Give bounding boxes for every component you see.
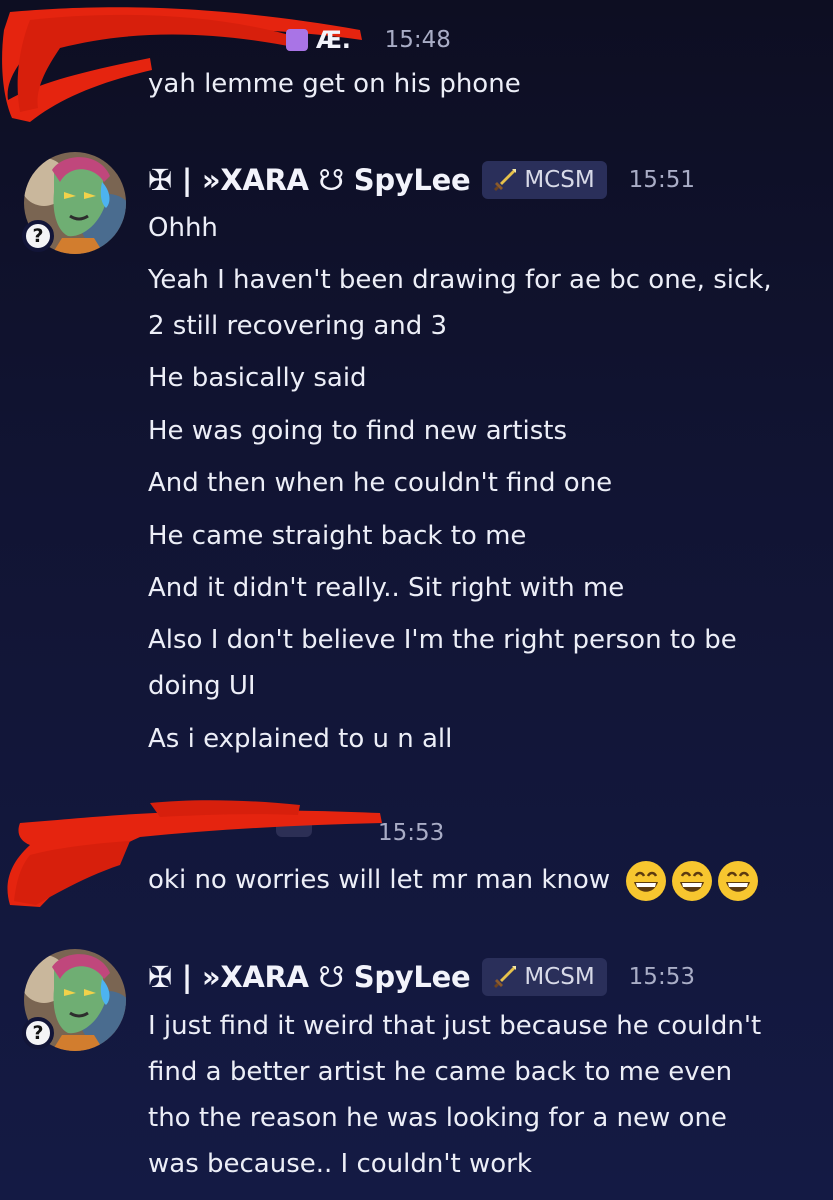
emoji-group xyxy=(622,859,760,903)
message-timestamp: 15:51 xyxy=(628,167,695,193)
message-line: yah lemme get on his phone xyxy=(148,69,521,99)
message-line: I just find it weird that just because h… xyxy=(148,1011,762,1041)
message-line: He was going to find new artists xyxy=(148,416,568,446)
message-header: Æ. 15:48 xyxy=(286,18,451,62)
message-timestamp: 15:48 xyxy=(384,27,451,53)
server-tag-label: MCSM xyxy=(524,167,595,193)
username[interactable]: ✠ | »XARA ☋ SpyLee xyxy=(148,960,471,994)
message-line: 2 still recovering and 3 xyxy=(148,311,448,341)
message-line: Also I don't believe I'm the right perso… xyxy=(148,625,737,655)
grinning-face-icon[interactable] xyxy=(624,859,668,903)
message-line: oki no worries will let mr man know xyxy=(148,857,808,903)
server-tag-icon xyxy=(286,29,308,51)
message-line: was because.. I couldn't work xyxy=(148,1149,532,1179)
message-line: tho the reason he was looking for a new … xyxy=(148,1103,727,1133)
message-line: And then when he couldn't find one xyxy=(148,468,613,498)
message-line: doing UI xyxy=(148,671,256,701)
message-line: And it didn't really.. Sit right with me xyxy=(148,573,625,603)
sword-icon xyxy=(494,169,517,191)
message-line: He came straight back to me xyxy=(148,521,527,551)
help-badge-icon: ? xyxy=(22,220,54,252)
server-tag[interactable]: MCSM xyxy=(482,161,607,199)
server-tag-label: MCSM xyxy=(524,964,595,990)
message-line: Yeah I haven't been drawing for ae bc on… xyxy=(148,265,772,295)
message-line: He basically said xyxy=(148,363,367,393)
server-tag[interactable]: MCSM xyxy=(482,958,607,996)
message-text: oki no worries will let mr man know xyxy=(148,865,611,895)
message-line: find a better artist he came back to me … xyxy=(148,1057,733,1087)
message-timestamp: 15:53 xyxy=(628,964,695,990)
grinning-face-icon[interactable] xyxy=(716,859,760,903)
message-group: Æ. 15:48 yah lemme get on his phone xyxy=(0,0,833,130)
message-timestamp: 15:53 xyxy=(378,820,445,846)
message-group: ? ✠ | »XARA ☋ SpyLee MCSM 15:53 I just f… xyxy=(0,925,833,1200)
message-group: ? ✠ | »XARA ☋ SpyLee MCSM 15:51 Ohhh Yea… xyxy=(0,130,833,770)
username[interactable]: Æ. xyxy=(316,26,351,54)
help-badge-icon: ? xyxy=(22,1017,54,1049)
username[interactable]: ✠ | »XARA ☋ SpyLee xyxy=(148,163,471,197)
message-header: ✠ | »XARA ☋ SpyLee MCSM 15:51 xyxy=(148,158,695,202)
grinning-face-icon[interactable] xyxy=(670,859,714,903)
message-line: As i explained to u n all xyxy=(148,724,453,754)
chat-message-list: Æ. 15:48 yah lemme get on his phone ? ✠ … xyxy=(0,0,833,1200)
message-line: Ohhh xyxy=(148,213,218,243)
message-group: 15:53 oki no worries will let mr man kno… xyxy=(0,795,833,935)
message-header: ✠ | »XARA ☋ SpyLee MCSM 15:53 xyxy=(148,955,695,999)
sword-icon xyxy=(494,966,517,988)
message-header: 15:53 xyxy=(378,811,444,855)
